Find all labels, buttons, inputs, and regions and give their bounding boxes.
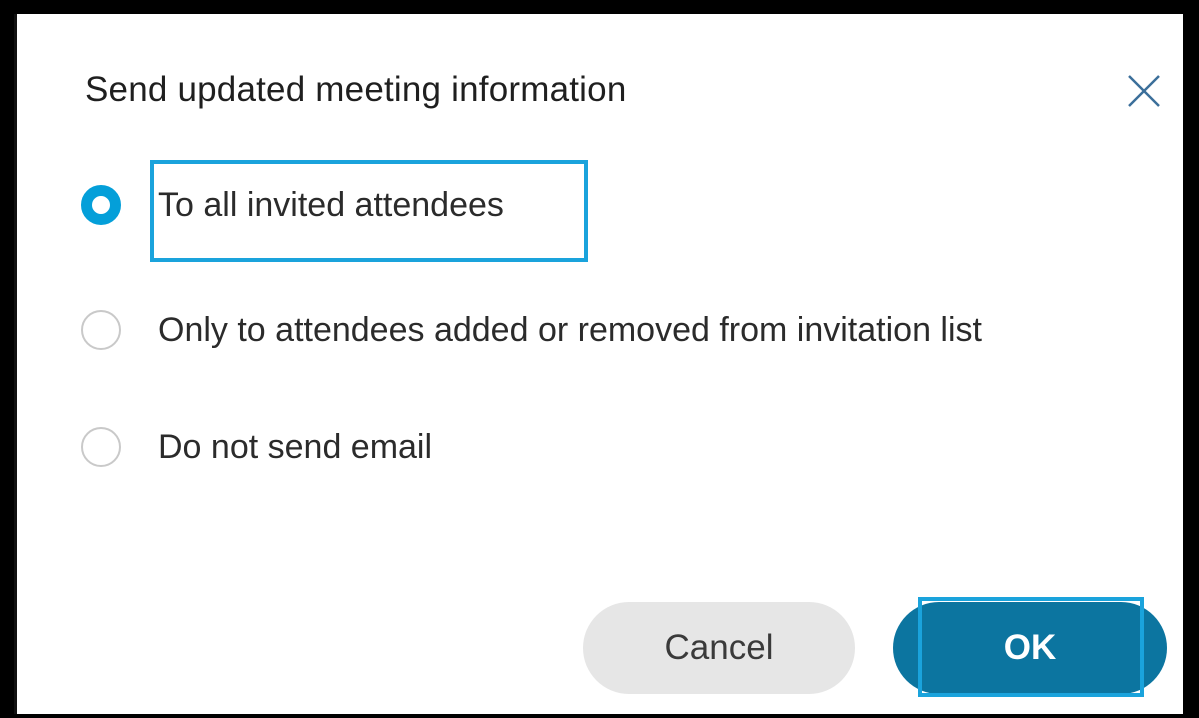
radio-unselected-icon[interactable] (81, 427, 121, 467)
radio-unselected-icon[interactable] (81, 310, 121, 350)
close-icon (1128, 75, 1160, 107)
ok-button[interactable]: OK (893, 602, 1167, 694)
option-label: Do not send email (158, 427, 433, 466)
option-label: Only to attendees added or removed from … (158, 310, 982, 349)
send-update-dialog: Send updated meeting information To all … (14, 14, 1183, 714)
option-label: To all invited attendees (158, 185, 504, 224)
option-all-attendees[interactable]: To all invited attendees (81, 185, 504, 225)
radio-selected-icon[interactable] (81, 185, 121, 225)
option-do-not-send[interactable]: Do not send email (81, 427, 432, 467)
cancel-button[interactable]: Cancel (583, 602, 855, 694)
close-button[interactable] (1123, 70, 1165, 112)
option-added-removed-attendees[interactable]: Only to attendees added or removed from … (81, 310, 982, 350)
dialog-title: Send updated meeting information (85, 70, 627, 109)
